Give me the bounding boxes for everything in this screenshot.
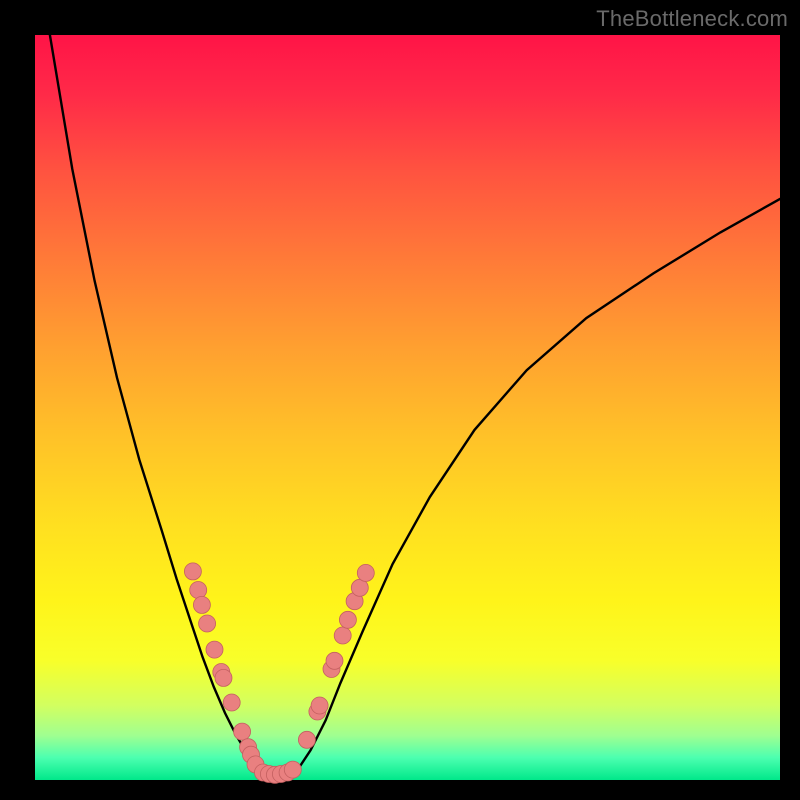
scatter-dot xyxy=(190,582,207,599)
curve-right-branch xyxy=(296,199,780,773)
watermark-label: TheBottleneck.com xyxy=(596,6,788,32)
scatter-dot xyxy=(339,611,356,628)
chart-svg-layer xyxy=(35,35,780,780)
scatter-dot xyxy=(234,723,251,740)
curve-group xyxy=(50,35,780,778)
scatter-dot xyxy=(223,694,240,711)
chart-frame: TheBottleneck.com xyxy=(0,0,800,800)
scatter-dot xyxy=(351,579,368,596)
scatter-dot xyxy=(215,669,232,686)
scatter-dot xyxy=(193,596,210,613)
scatter-dot xyxy=(298,731,315,748)
scatter-dot xyxy=(184,563,201,580)
scatter-dot xyxy=(326,652,343,669)
scatter-dot xyxy=(199,615,216,632)
scatter-dot xyxy=(284,761,301,778)
curve-left-branch xyxy=(50,35,259,773)
scatter-dot xyxy=(206,641,223,658)
scatter-dot xyxy=(334,627,351,644)
scatter-dot xyxy=(311,697,328,714)
scatter-dot xyxy=(357,564,374,581)
